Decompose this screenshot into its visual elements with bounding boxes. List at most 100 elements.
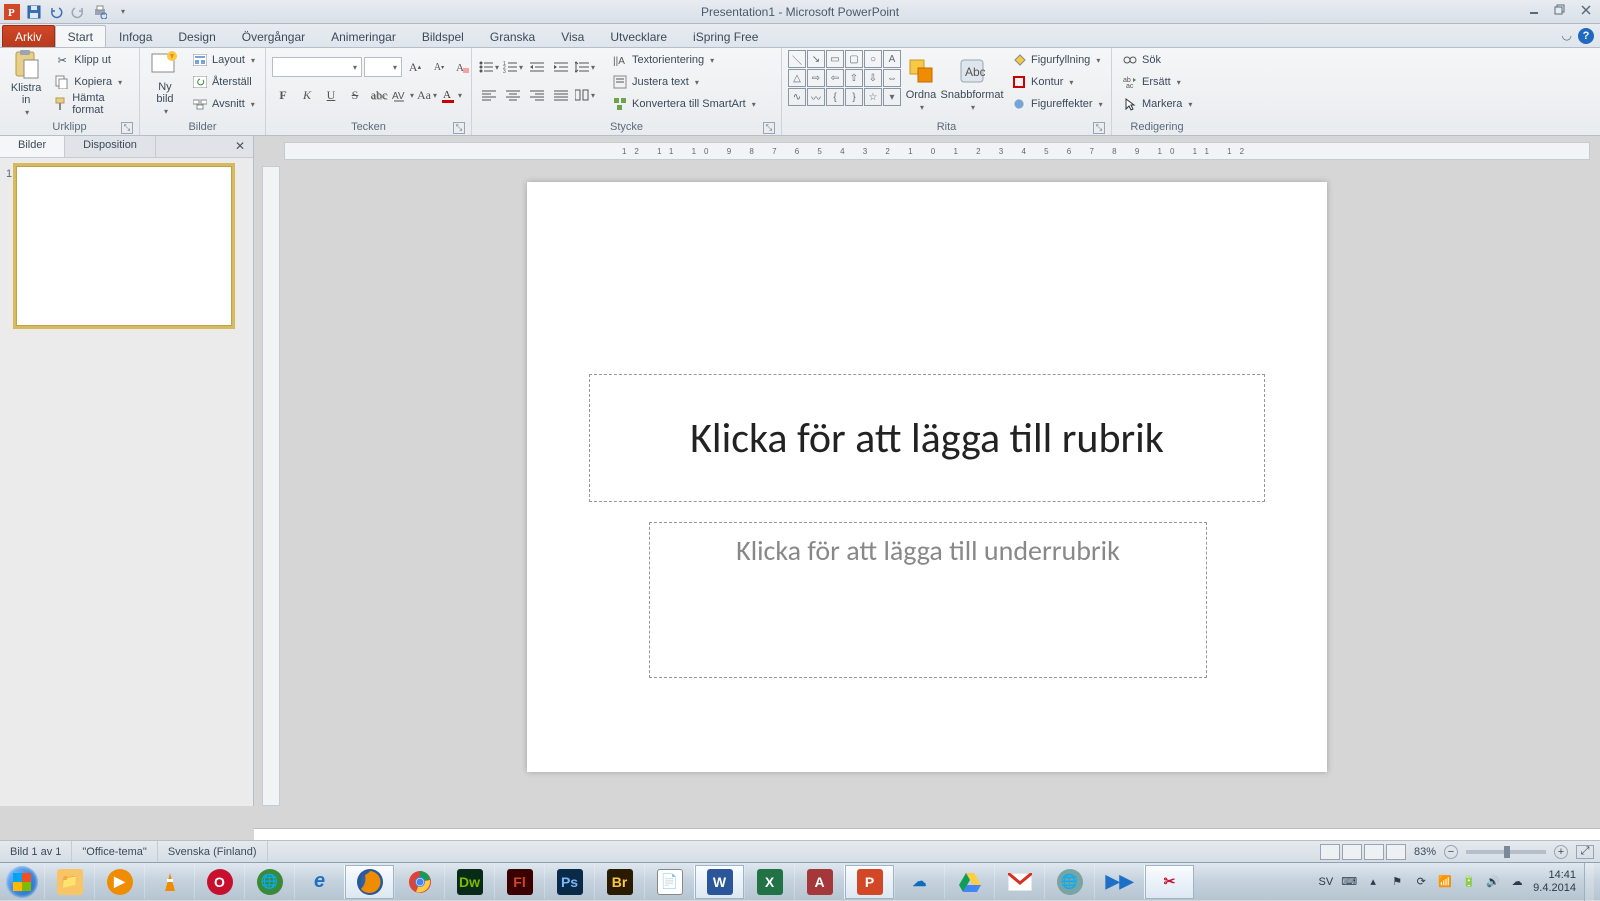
taskbar-opera[interactable]: O [194, 865, 244, 899]
shape-curve-icon[interactable]: ∿ [788, 88, 806, 106]
status-theme[interactable]: "Office-tema" [72, 841, 157, 862]
bold-button[interactable]: F [272, 84, 294, 106]
thumbnail-preview[interactable] [16, 166, 232, 326]
vertical-ruler[interactable] [262, 166, 280, 806]
shape-star-icon[interactable]: ☆ [864, 88, 882, 106]
tray-expand-icon[interactable]: ▴ [1365, 874, 1381, 890]
minimize-ribbon-button[interactable]: ◡ [1562, 28, 1572, 44]
font-color-button[interactable]: A▾ [440, 84, 462, 106]
taskbar-wmp[interactable]: ▶ [94, 865, 144, 899]
shape-freeform-icon[interactable]: 〰 [807, 88, 825, 106]
underline-button[interactable]: U [320, 84, 342, 106]
tab-transitions[interactable]: Övergångar [229, 25, 318, 47]
tab-ispring[interactable]: iSpring Free [680, 25, 771, 47]
replace-button[interactable]: abacErsätt▾ [1118, 72, 1196, 92]
help-button[interactable]: ? [1578, 28, 1594, 44]
clock[interactable]: 14:41 9.4.2014 [1533, 869, 1576, 893]
tab-developer[interactable]: Utvecklare [597, 25, 680, 47]
sync-icon[interactable]: ⟳ [1413, 874, 1429, 890]
volume-icon[interactable]: 🔊 [1485, 874, 1501, 890]
shape-outline-button[interactable]: Kontur▾ [1007, 72, 1107, 92]
taskbar-bridge[interactable]: Br [594, 865, 644, 899]
shape-brace-icon[interactable]: { [826, 88, 844, 106]
tab-design[interactable]: Design [165, 25, 228, 47]
arrange-button[interactable]: Ordna▾ [905, 50, 937, 116]
network-icon[interactable]: 📶 [1437, 874, 1453, 890]
normal-view-button[interactable] [1320, 844, 1340, 860]
taskbar-app1[interactable]: 🌐 [1044, 865, 1094, 899]
decrease-indent-button[interactable] [526, 56, 548, 78]
slide-canvas[interactable]: Klicka för att lägga till rubrik Klicka … [527, 182, 1327, 772]
columns-button[interactable]: ▾ [574, 84, 596, 106]
fit-window-button[interactable]: ⤢ [1576, 845, 1594, 859]
minimize-button[interactable] [1524, 2, 1544, 18]
copy-button[interactable]: Kopiera▾ [50, 72, 133, 92]
flag-icon[interactable]: ⚑ [1389, 874, 1405, 890]
shape-larrow-icon[interactable]: ⇦ [826, 69, 844, 87]
tab-home[interactable]: Start [55, 25, 106, 47]
shape-textbox-icon[interactable]: A [883, 50, 901, 68]
taskbar-access[interactable]: A [794, 865, 844, 899]
align-text-button[interactable]: Justera text▾ [608, 72, 760, 92]
zoom-percent[interactable]: 83% [1414, 846, 1436, 858]
strikethrough-button[interactable]: S [344, 84, 366, 106]
taskbar-firefox[interactable] [344, 865, 394, 899]
change-case-button[interactable]: Aa▾ [416, 84, 438, 106]
convert-smartart-button[interactable]: Konvertera till SmartArt▾ [608, 94, 760, 114]
shapes-more-button[interactable]: ▾ [883, 88, 901, 106]
numbering-button[interactable]: 123▾ [502, 56, 524, 78]
tab-animations[interactable]: Animeringar [318, 25, 409, 47]
horizontal-ruler[interactable]: 12 11 10 9 8 7 6 5 4 3 2 1 0 1 2 3 4 5 6… [284, 142, 1590, 160]
slideshow-view-button[interactable] [1386, 844, 1406, 860]
onedrive-tray-icon[interactable]: ☁ [1509, 874, 1525, 890]
shape-fill-button[interactable]: Figurfyllning▾ [1007, 50, 1107, 70]
align-left-button[interactable] [478, 84, 500, 106]
bullets-button[interactable]: ▾ [478, 56, 500, 78]
taskbar-ie[interactable]: e [294, 865, 344, 899]
shape-arrow-icon[interactable]: ↘ [807, 50, 825, 68]
redo-button[interactable] [68, 2, 88, 22]
format-painter-button[interactable]: Hämta format [50, 94, 133, 114]
tab-slideshow[interactable]: Bildspel [409, 25, 477, 47]
taskbar-chrome-app[interactable]: 🌐 [244, 865, 294, 899]
thumbnails-area[interactable]: 1 [0, 158, 253, 806]
shapes-gallery[interactable]: ＼ ↘ ▭ ▢ ○ A △ ⇨ ⇦ ⇧ ⇩ ⇔ ∿ 〰 { } ☆ [788, 50, 901, 106]
shape-uarrow-icon[interactable]: ⇧ [845, 69, 863, 87]
shrink-font-button[interactable]: A▾ [428, 56, 450, 78]
zoom-slider-thumb[interactable] [1504, 846, 1510, 858]
print-preview-button[interactable] [90, 2, 110, 22]
taskbar-libreoffice[interactable]: 📄 [644, 865, 694, 899]
shape-darrow-icon[interactable]: ⇩ [864, 69, 882, 87]
pane-close-button[interactable]: ✕ [227, 136, 253, 157]
sorter-view-button[interactable] [1342, 844, 1362, 860]
clipboard-dialog-launcher[interactable]: ⤡ [121, 122, 133, 134]
taskbar-gdrive[interactable] [944, 865, 994, 899]
taskbar-explorer[interactable]: 📁 [44, 865, 94, 899]
shape-triangle-icon[interactable]: △ [788, 69, 806, 87]
cut-button[interactable]: ✂Klipp ut [50, 50, 133, 70]
slide-thumbnail-1[interactable]: 1 [6, 166, 247, 326]
new-slide-button[interactable]: Ny bild▾ [146, 50, 184, 116]
character-spacing-button[interactable]: AV▾ [392, 84, 414, 106]
taskbar-flash[interactable]: Fl [494, 865, 544, 899]
text-direction-button[interactable]: ||ATextorientering▾ [608, 50, 760, 70]
italic-button[interactable]: K [296, 84, 318, 106]
clear-formatting-button[interactable]: A [452, 56, 474, 78]
start-button[interactable] [0, 863, 44, 901]
taskbar-snipping[interactable]: ✂ [1144, 865, 1194, 899]
line-spacing-button[interactable]: ▾ [574, 56, 596, 78]
justify-button[interactable] [550, 84, 572, 106]
shape-brace2-icon[interactable]: } [845, 88, 863, 106]
shape-rarrow-icon[interactable]: ⇨ [807, 69, 825, 87]
align-right-button[interactable] [526, 84, 548, 106]
undo-button[interactable] [46, 2, 66, 22]
taskbar-app2[interactable]: ▶▶ [1094, 865, 1144, 899]
taskbar-powerpoint[interactable]: P [844, 865, 894, 899]
find-button[interactable]: Sök [1118, 50, 1196, 70]
restore-button[interactable] [1550, 2, 1570, 18]
increase-indent-button[interactable] [550, 56, 572, 78]
close-button[interactable] [1576, 2, 1596, 18]
save-button[interactable] [24, 2, 44, 22]
status-slide-info[interactable]: Bild 1 av 1 [0, 841, 72, 862]
taskbar-photoshop[interactable]: Ps [544, 865, 594, 899]
